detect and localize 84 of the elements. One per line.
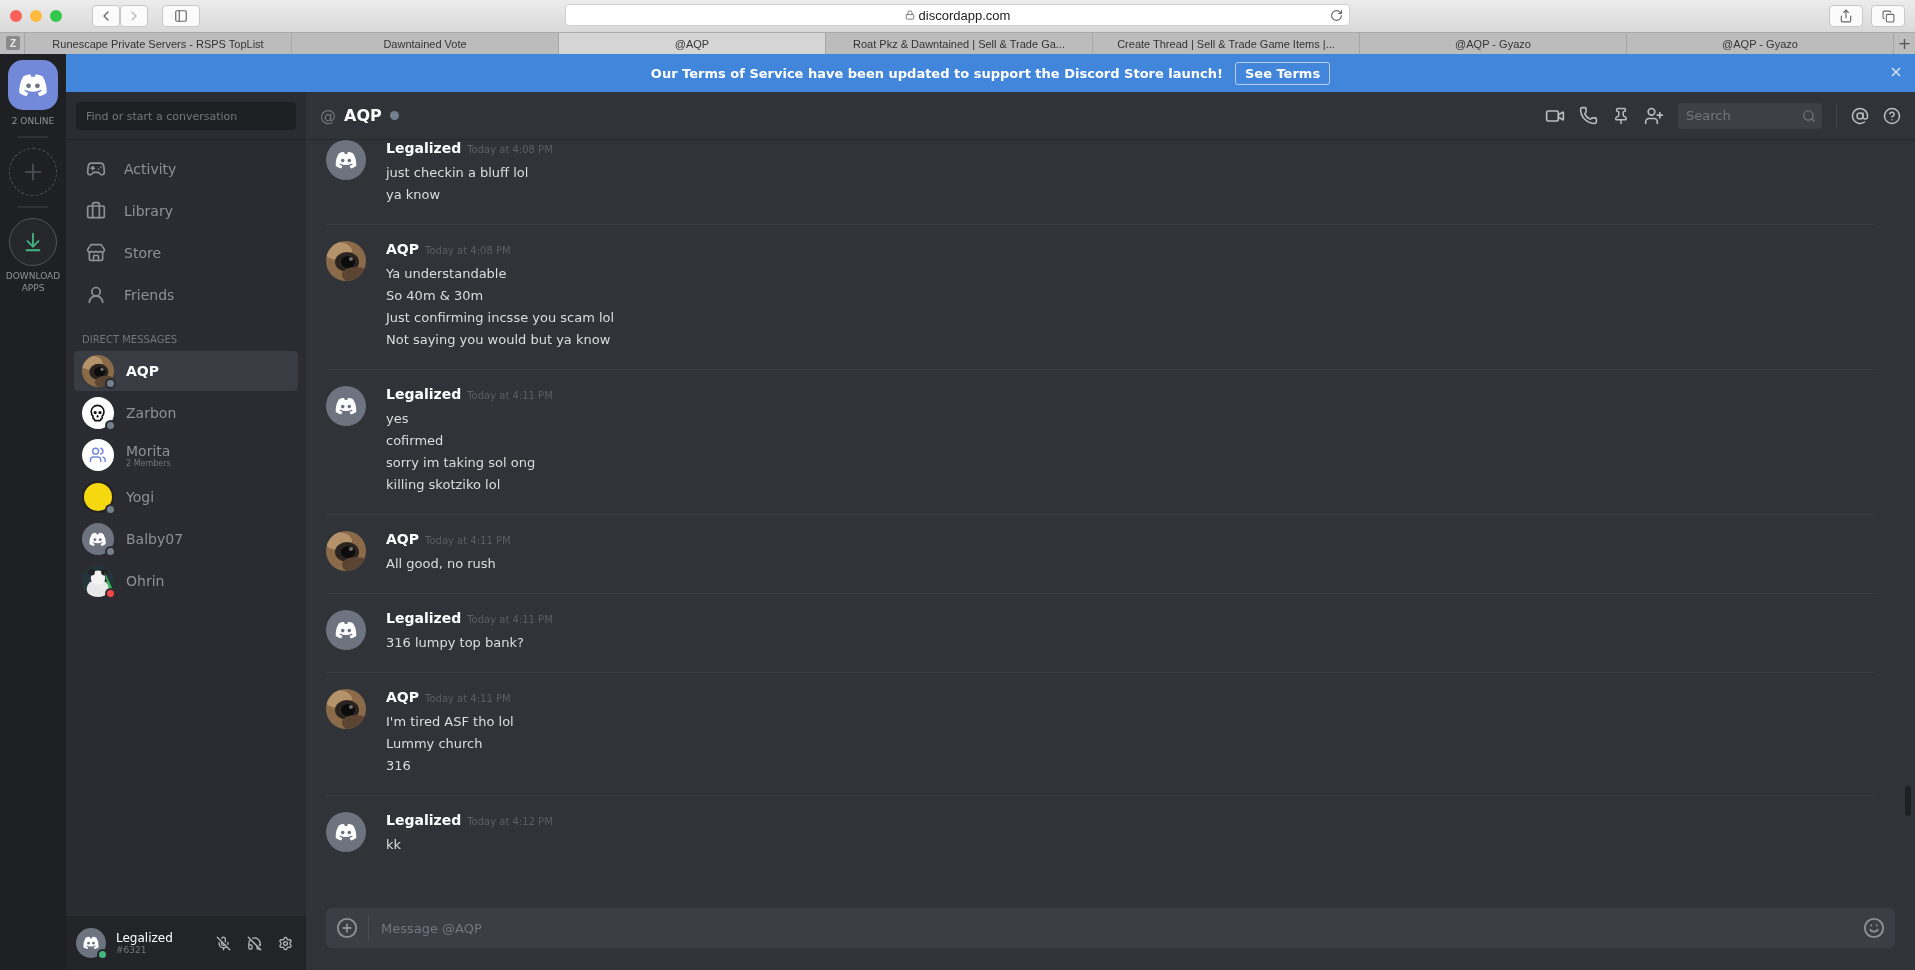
close-window-button[interactable]	[10, 10, 22, 22]
member-count: 2 Members	[126, 458, 171, 468]
close-icon[interactable]	[1889, 65, 1903, 79]
message-bar[interactable]: Message @AQP	[326, 908, 1895, 948]
nav-item[interactable]: Library	[74, 190, 298, 232]
pin-icon[interactable]	[1612, 106, 1630, 125]
discord-logo-icon	[334, 397, 358, 415]
message-author[interactable]: Legalized	[386, 812, 462, 828]
user-avatar	[82, 481, 114, 513]
user-name: Legalized	[116, 931, 174, 945]
message-text: Lummy church	[386, 735, 484, 753]
message-text: 316	[386, 757, 412, 775]
search-icon	[1802, 108, 1816, 123]
message-text: Just confirming incsse you scam lol	[386, 309, 615, 327]
sidebar-icon	[174, 9, 188, 23]
mentions-icon[interactable]	[1851, 106, 1869, 125]
dm-item[interactable]: AQP	[74, 351, 298, 391]
discord-logo-icon	[334, 823, 358, 841]
nav-item[interactable]: Store	[74, 232, 298, 274]
message-text: cofirmed	[386, 432, 445, 450]
discord-logo-icon	[334, 621, 358, 639]
share-icon	[1839, 9, 1853, 23]
message-text: killing skotziko lol	[386, 476, 502, 494]
discord-logo-icon	[334, 151, 358, 169]
upload-icon[interactable]	[336, 917, 358, 939]
message-text: sorry im taking sol ong	[386, 454, 537, 472]
share-button[interactable]	[1829, 5, 1863, 27]
browser-tab[interactable]: @AQP	[558, 33, 825, 54]
emoji-icon[interactable]	[1863, 917, 1885, 939]
message-author[interactable]: Legalized	[386, 386, 462, 402]
message-text: ya know	[386, 186, 442, 204]
sidebar-toggle-button[interactable]	[162, 5, 200, 27]
message-author[interactable]: AQP	[386, 689, 419, 705]
status-dot-icon	[389, 111, 399, 120]
group-avatar	[82, 439, 114, 471]
dm-item[interactable]: Zarbon	[74, 393, 298, 433]
message-input[interactable]: Message @AQP	[379, 919, 1853, 937]
message-text: 316 lumpy top bank?	[386, 634, 525, 652]
message-author[interactable]: AQP	[386, 241, 419, 257]
nav-item[interactable]: Activity	[74, 148, 298, 190]
message-text: I'm tired ASF tho lol	[386, 713, 514, 731]
discord-logo-icon	[82, 936, 100, 950]
message-text: yes	[386, 410, 410, 428]
online-count: 2 ONLINE	[11, 116, 55, 126]
lock-icon	[904, 10, 915, 20]
user-tag: #6321	[116, 945, 203, 955]
message-text: Not saying you would but ya know	[386, 331, 612, 349]
message-author[interactable]: Legalized	[386, 140, 462, 156]
see-terms-button[interactable]: See Terms	[1234, 61, 1331, 85]
banner-text: Our Terms of Service have been updated to support the Discord Store launch!	[650, 65, 1223, 81]
nav-item[interactable]: Friends	[74, 274, 298, 316]
dm-item[interactable]: Morita 2 Members	[74, 435, 298, 475]
add-user-icon[interactable]	[1644, 105, 1664, 126]
message-author[interactable]: AQP	[386, 531, 419, 547]
dm-item[interactable]: Ohrin	[74, 561, 298, 601]
message-text: Ya understandable	[386, 265, 508, 283]
at-sign: @	[320, 106, 336, 125]
phone-icon[interactable]	[1579, 106, 1598, 125]
discord-logo-icon	[17, 73, 49, 97]
url-text: discordapp.com	[918, 7, 1011, 23]
discord-logo-icon	[88, 531, 108, 547]
search-field[interactable]: Find or start a conversation	[76, 102, 296, 130]
help-icon[interactable]	[1883, 106, 1901, 125]
dm-item[interactable]: Yogi	[74, 477, 298, 517]
message-text: So 40m & 30m	[386, 287, 485, 305]
store-icon	[86, 243, 106, 263]
section-heading: DIRECT MESSAGES	[81, 333, 179, 347]
message-author[interactable]: Legalized	[386, 610, 462, 626]
tabs-overview-button[interactable]	[1871, 5, 1905, 27]
reload-icon[interactable]	[1330, 8, 1343, 22]
home-button[interactable]	[8, 60, 58, 110]
address-field[interactable]: discordapp.com	[565, 4, 1350, 26]
message-text: kk	[386, 836, 403, 854]
skull-avatar	[82, 397, 114, 429]
dm-item[interactable]: Balby07	[74, 519, 298, 559]
gamepad-icon	[86, 159, 106, 179]
download-apps-button[interactable]	[9, 218, 57, 266]
tabs-icon	[1881, 9, 1895, 23]
briefcase-icon	[86, 201, 106, 221]
person-icon	[86, 285, 106, 305]
message-text: All good, no rush	[386, 555, 497, 573]
channel-title: AQP	[344, 106, 382, 125]
message-text: just checkin a bluff lol	[386, 164, 530, 182]
download-apps-label: DOWNLOAD APPS	[4, 270, 62, 294]
